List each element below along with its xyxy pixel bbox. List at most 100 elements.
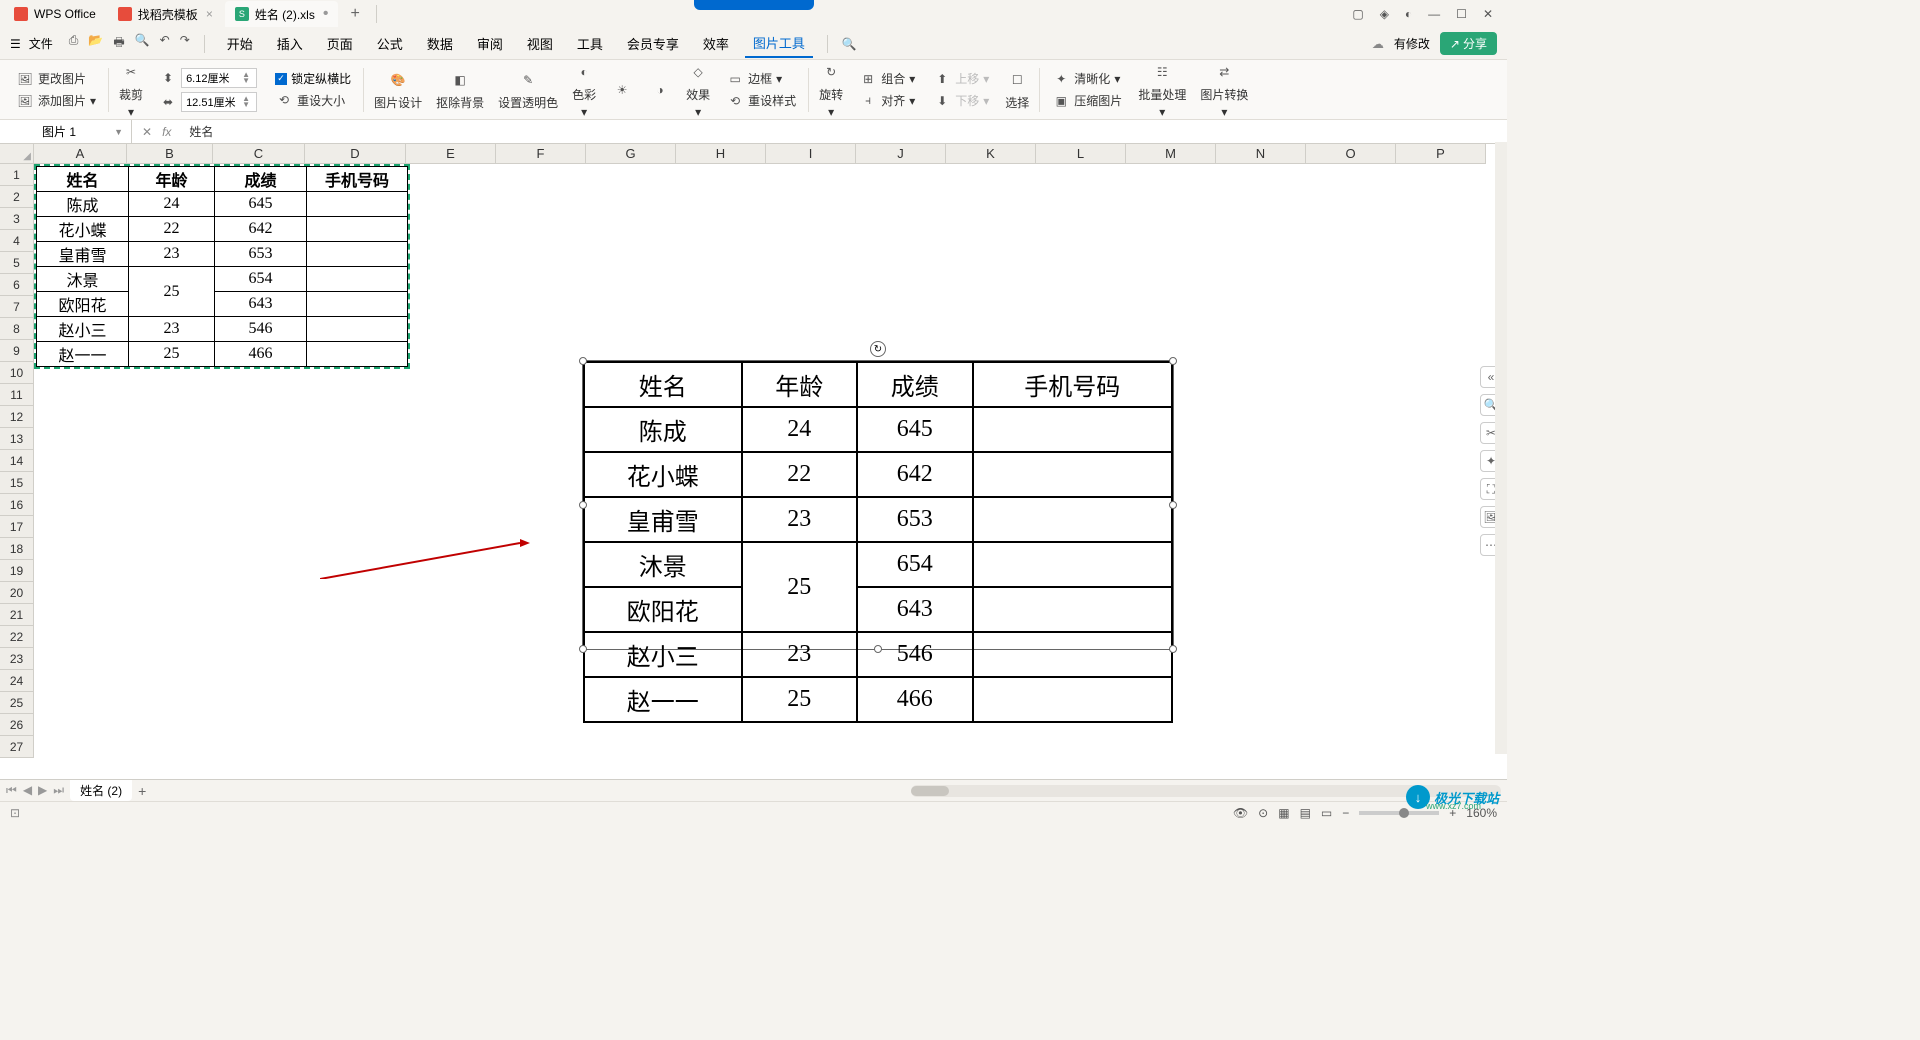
cell[interactable]: 手机号码 <box>307 167 408 192</box>
cell[interactable] <box>307 217 408 242</box>
menu-start[interactable]: 开始 <box>219 30 261 57</box>
cell[interactable]: 22 <box>129 217 215 242</box>
grid-view-icon[interactable]: ▦ <box>1278 806 1289 820</box>
cell[interactable]: 赵小三 <box>37 317 129 342</box>
row-header[interactable]: 23 <box>0 648 34 670</box>
resize-handle[interactable] <box>1169 357 1177 365</box>
share-button[interactable]: ↗分享 <box>1440 32 1497 55</box>
batch-button[interactable]: ☷批量处理▾ <box>1134 60 1190 119</box>
user-icon[interactable]: ◐ <box>1405 7 1412 21</box>
preview-icon[interactable]: 🔍 <box>135 33 150 54</box>
cell[interactable] <box>307 342 408 367</box>
reset-style-button[interactable]: ⟲重设样式 <box>726 92 796 110</box>
compress-button[interactable]: ▣压缩图片 <box>1052 92 1122 110</box>
border-button[interactable]: ▭边框▾ <box>726 70 796 88</box>
menu-member[interactable]: 会员专享 <box>619 30 687 57</box>
cell[interactable]: 花小蝶 <box>37 217 129 242</box>
menu-efficiency[interactable]: 效率 <box>695 30 737 57</box>
cell[interactable] <box>307 192 408 217</box>
col-header[interactable]: M <box>1126 144 1216 164</box>
row-header[interactable]: 4 <box>0 230 34 252</box>
clarify-button[interactable]: ✦清晰化▾ <box>1052 70 1122 88</box>
cell[interactable]: 25 <box>129 342 215 367</box>
cell[interactable]: 23 <box>129 242 215 267</box>
cancel-icon[interactable]: ✕ <box>142 125 152 139</box>
row-header[interactable]: 20 <box>0 582 34 604</box>
row-header[interactable]: 25 <box>0 692 34 714</box>
transparency-button[interactable]: ✎设置透明色 <box>494 68 562 111</box>
picture-object[interactable]: ↻ 姓名年龄成绩手机号码 陈成24645 花小蝶22642 皇甫雪23653 沐… <box>582 360 1174 650</box>
close-icon[interactable]: × <box>206 7 213 21</box>
cell[interactable]: 陈成 <box>37 192 129 217</box>
col-header[interactable]: D <box>305 144 406 164</box>
status-icon[interactable]: ⊡ <box>10 806 20 820</box>
col-header[interactable]: B <box>127 144 213 164</box>
resize-handle[interactable] <box>1169 501 1177 509</box>
col-header[interactable]: N <box>1216 144 1306 164</box>
reading-view-icon[interactable]: ▭ <box>1321 806 1332 820</box>
crop-button[interactable]: ✂裁剪▾ <box>115 60 147 119</box>
cell[interactable]: 皇甫雪 <box>37 242 129 267</box>
resize-handle[interactable] <box>579 645 587 653</box>
row-header[interactable]: 17 <box>0 516 34 538</box>
row-header[interactable]: 1 <box>0 164 34 186</box>
undo-icon[interactable]: ↶ <box>160 33 170 54</box>
row-header[interactable]: 15 <box>0 472 34 494</box>
cell[interactable]: 成绩 <box>215 167 307 192</box>
menu-icon[interactable]: ☰ <box>10 37 21 51</box>
add-tab[interactable]: + <box>340 1 369 27</box>
align-button[interactable]: ⫞对齐▾ <box>859 92 915 110</box>
cell[interactable] <box>307 317 408 342</box>
cell[interactable]: 654 <box>215 267 307 292</box>
last-sheet-icon[interactable]: ⏭ <box>53 783 64 798</box>
minimize-button[interactable]: — <box>1428 7 1440 21</box>
row-header[interactable]: 22 <box>0 626 34 648</box>
row-header[interactable]: 14 <box>0 450 34 472</box>
menu-insert[interactable]: 插入 <box>269 30 311 57</box>
focus-icon[interactable]: ⊙ <box>1258 806 1268 820</box>
col-header[interactable]: I <box>766 144 856 164</box>
col-header[interactable]: G <box>586 144 676 164</box>
add-pic-button[interactable]: 🖼添加图片▾ <box>16 92 96 110</box>
row-header[interactable]: 16 <box>0 494 34 516</box>
resize-handle[interactable] <box>1169 645 1177 653</box>
change-pic-button[interactable]: 🖼更改图片 <box>16 70 96 88</box>
rotate-button[interactable]: ↻旋转▾ <box>815 60 847 119</box>
tab-file[interactable]: S姓名 (2).xls• <box>225 1 339 27</box>
row-header[interactable]: 7 <box>0 296 34 318</box>
add-sheet-button[interactable]: + <box>138 783 146 799</box>
resize-handle[interactable] <box>579 501 587 509</box>
menu-formula[interactable]: 公式 <box>369 30 411 57</box>
col-header[interactable]: A <box>34 144 127 164</box>
menu-review[interactable]: 审阅 <box>469 30 511 57</box>
cell[interactable]: 沐景 <box>37 267 129 292</box>
row-header[interactable]: 11 <box>0 384 34 406</box>
menu-tools[interactable]: 工具 <box>569 30 611 57</box>
box-icon[interactable]: ▢ <box>1352 7 1363 21</box>
col-header[interactable]: E <box>406 144 496 164</box>
col-header[interactable]: P <box>1396 144 1486 164</box>
height-input[interactable]: 6.12厘米▲▼ <box>181 68 257 88</box>
col-header[interactable]: H <box>676 144 766 164</box>
tab-wps[interactable]: WPS Office <box>4 3 106 25</box>
prev-sheet-icon[interactable]: ◀ <box>23 783 32 798</box>
eye-icon[interactable]: 👁 <box>1233 806 1248 820</box>
file-menu[interactable]: 文件 <box>29 35 53 52</box>
row-header[interactable]: 24 <box>0 670 34 692</box>
cell[interactable]: 466 <box>215 342 307 367</box>
remove-bg-button[interactable]: ◧抠除背景 <box>432 68 488 111</box>
formula-input[interactable]: 姓名 <box>181 123 1507 140</box>
col-header[interactable]: K <box>946 144 1036 164</box>
cell[interactable] <box>307 292 408 317</box>
cell[interactable]: 23 <box>129 317 215 342</box>
col-header[interactable]: J <box>856 144 946 164</box>
select-all-corner[interactable]: ◢ <box>0 144 34 164</box>
col-header[interactable]: F <box>496 144 586 164</box>
row-header[interactable]: 9 <box>0 340 34 362</box>
width-input[interactable]: 12.51厘米▲▼ <box>181 92 257 112</box>
rotate-handle[interactable]: ↻ <box>870 341 886 357</box>
cell[interactable]: 姓名 <box>37 167 129 192</box>
contrast-button[interactable]: ◑ <box>644 78 676 102</box>
menu-pictools[interactable]: 图片工具 <box>745 29 813 58</box>
row-header[interactable]: 21 <box>0 604 34 626</box>
